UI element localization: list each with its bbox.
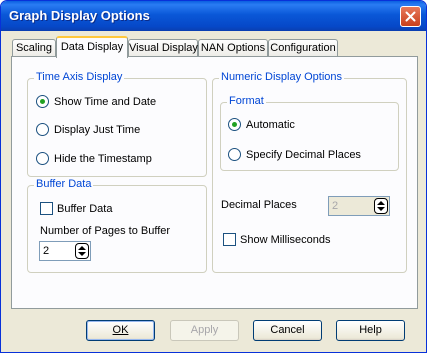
decimal-places-spinner[interactable]: 2	[328, 196, 390, 216]
button-label: Apply	[190, 324, 219, 336]
radio-specify-decimal-places[interactable]: Specify Decimal Places	[228, 148, 361, 161]
tab-label: Data Display	[60, 41, 124, 53]
apply-button[interactable]: Apply	[170, 320, 239, 341]
decimal-places-label: Decimal Places	[221, 199, 297, 211]
radio-automatic[interactable]: Automatic	[228, 118, 295, 131]
checkbox-label: Buffer Data	[57, 202, 113, 215]
spin-updown-icon[interactable]	[75, 243, 89, 259]
window-title: Graph Display Options	[9, 8, 150, 23]
group-title: Buffer Data	[34, 178, 94, 190]
tab-label: NAN Options	[200, 42, 266, 54]
radio-icon	[228, 148, 241, 161]
pages-spinner[interactable]: 2	[39, 241, 91, 261]
radio-icon	[36, 152, 49, 165]
radio-label: Automatic	[246, 118, 295, 131]
cancel-button[interactable]: Cancel	[253, 320, 322, 341]
format-group: Format Automatic Specify Decimal Places	[220, 95, 399, 171]
button-label: Help	[359, 324, 382, 336]
radio-hide-timestamp[interactable]: Hide the Timestamp	[36, 152, 152, 165]
tab-panel: Time Axis Display Show Time and Date Dis…	[11, 56, 418, 309]
decimal-places-value: 2	[332, 200, 339, 212]
radio-icon	[36, 95, 49, 108]
radio-label: Specify Decimal Places	[246, 148, 361, 161]
checkbox-icon	[223, 233, 236, 246]
numeric-display-group: Numeric Display Options Format Automatic…	[212, 71, 407, 273]
pages-label: Number of Pages to Buffer	[40, 225, 171, 237]
radio-display-just-time[interactable]: Display Just Time	[36, 123, 140, 136]
tab-nan-options[interactable]: NAN Options	[198, 39, 268, 57]
tab-label: Scaling	[15, 42, 53, 54]
radio-icon	[36, 123, 49, 136]
close-button[interactable]	[400, 6, 421, 27]
help-button[interactable]: Help	[336, 320, 405, 341]
checkbox-buffer-data[interactable]: Buffer Data	[40, 202, 112, 215]
tab-label: Configuration	[270, 42, 336, 54]
tab-configuration[interactable]: Configuration	[268, 39, 338, 57]
close-icon	[405, 11, 416, 22]
group-title: Format	[227, 95, 266, 107]
spin-updown-icon[interactable]	[374, 198, 388, 214]
button-label: Cancel	[270, 324, 305, 336]
group-title: Numeric Display Options	[219, 71, 345, 83]
radio-label: Display Just Time	[54, 123, 141, 136]
tab-data-display[interactable]: Data Display	[56, 36, 128, 58]
radio-icon	[228, 118, 241, 131]
buffer-data-group: Buffer Data Buffer Data Number of Pages …	[27, 178, 207, 273]
checkbox-show-milliseconds[interactable]: Show Milliseconds	[223, 233, 330, 246]
tab-visual-display[interactable]: Visual Display	[128, 39, 198, 57]
tab-label: Visual Display	[129, 42, 198, 54]
ok-button[interactable]: OK	[86, 320, 155, 341]
checkbox-label: Show Milliseconds	[240, 233, 331, 246]
title-bar[interactable]: Graph Display Options	[1, 1, 426, 31]
checkbox-icon	[40, 202, 53, 215]
radio-label: Hide the Timestamp	[54, 152, 152, 165]
button-label: OK	[112, 324, 129, 336]
time-axis-group: Time Axis Display Show Time and Date Dis…	[27, 71, 207, 177]
radio-label: Show Time and Date	[54, 95, 157, 108]
radio-show-time-and-date[interactable]: Show Time and Date	[36, 95, 156, 108]
group-title: Time Axis Display	[34, 71, 125, 83]
pages-value: 2	[43, 245, 50, 257]
dialog-window: Graph Display Options Scaling Data Displ…	[0, 0, 427, 353]
tab-scaling[interactable]: Scaling	[12, 39, 56, 57]
